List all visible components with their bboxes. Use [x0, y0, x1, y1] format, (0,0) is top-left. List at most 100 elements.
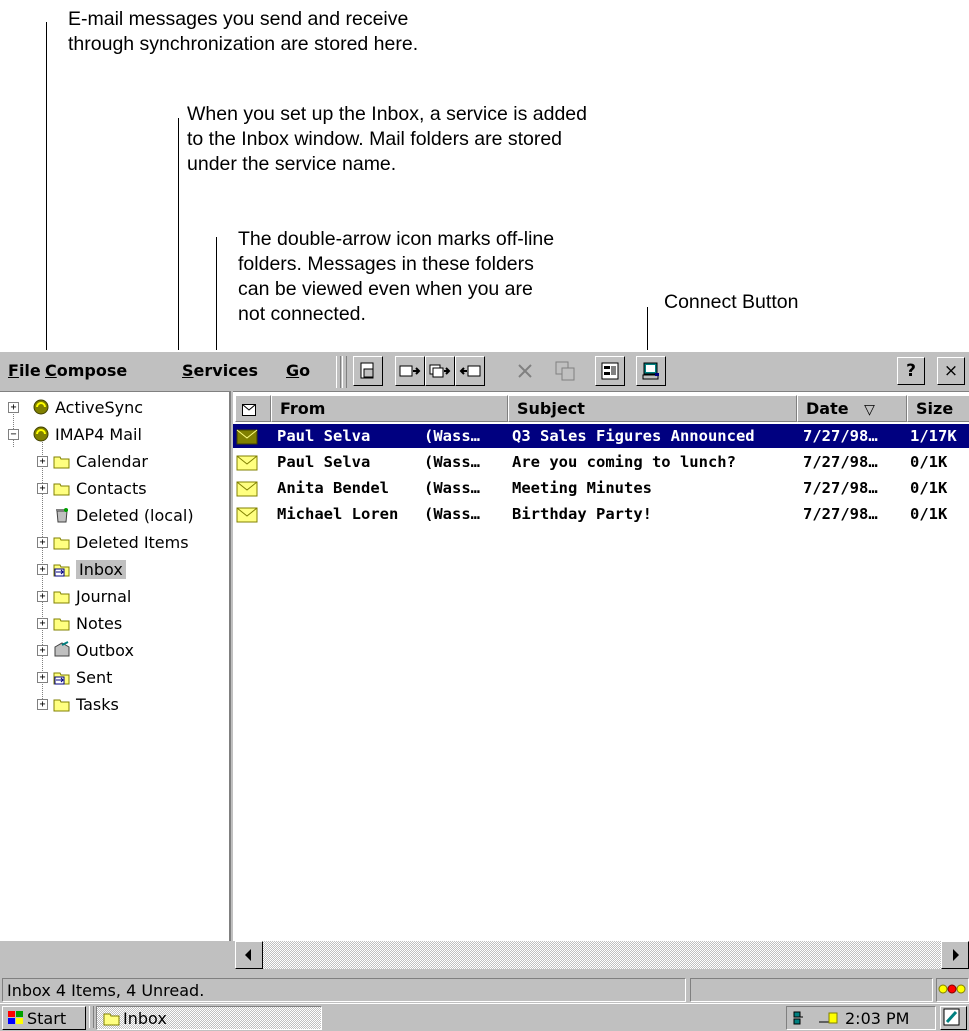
folder-icon — [53, 456, 70, 469]
task-button-inbox[interactable]: Inbox — [96, 1006, 322, 1030]
help-button[interactable]: ? — [897, 357, 925, 385]
reply-icon — [399, 365, 421, 377]
tree-item-tasks[interactable]: + Tasks — [37, 693, 119, 715]
callout-storage: E-mail messages you send and receive thr… — [68, 7, 418, 57]
status-pane — [936, 978, 969, 1002]
unread-mail-icon — [236, 481, 258, 497]
inbox-icon — [103, 1013, 120, 1026]
expand-icon[interactable]: + — [37, 537, 48, 548]
callout-line: folders. Messages in these folders — [238, 253, 534, 275]
callout-connect: Connect Button — [664, 291, 799, 313]
message-row[interactable]: Paul Selva (Wass… Q3 Sales Figures Annou… — [233, 424, 969, 448]
tree-item-outbox[interactable]: + Outbox — [37, 639, 134, 661]
move-icon — [555, 361, 575, 381]
reply-button[interactable] — [395, 356, 425, 386]
envelope-icon — [242, 403, 256, 416]
menu-toolbar: File Compose Services Go ? × — [0, 350, 969, 391]
tree-item-journal[interactable]: + Journal — [37, 585, 131, 607]
message-from: Anita Bendel — [277, 479, 389, 497]
message-size: 1/17K — [910, 427, 957, 445]
message-row[interactable]: Paul Selva (Wass… Are you coming to lunc… — [233, 450, 969, 474]
menu-services[interactable]: Services — [182, 361, 258, 380]
column-header-date[interactable]: Date ▽ — [797, 395, 907, 422]
folder-icon — [53, 537, 70, 550]
expand-icon[interactable]: + — [37, 645, 48, 656]
toolbar-grip[interactable] — [336, 356, 341, 388]
message-extra: (Wass… — [424, 505, 480, 523]
expand-icon[interactable]: + — [37, 672, 48, 683]
folder-list-icon — [601, 362, 619, 380]
start-label: Start — [27, 1008, 67, 1028]
expand-icon[interactable]: + — [37, 456, 48, 467]
unread-mail-icon — [236, 455, 258, 471]
desktop-button[interactable] — [940, 1006, 967, 1030]
reply-all-icon — [429, 364, 451, 378]
expand-icon[interactable]: + — [37, 591, 48, 602]
tree-item-contacts[interactable]: + Contacts — [37, 477, 147, 499]
close-button[interactable]: × — [937, 357, 965, 385]
callout-line: under the service name. — [187, 153, 397, 175]
arrow-right-icon — [953, 949, 959, 961]
expand-icon[interactable]: + — [37, 618, 48, 629]
message-from: Paul Selva — [277, 427, 371, 445]
tree-item-notes[interactable]: + Notes — [37, 612, 122, 634]
tree-item-activesync[interactable]: + ActiveSync — [8, 396, 143, 418]
message-row[interactable]: Anita Bendel (Wass… Meeting Minutes 7/27… — [233, 476, 969, 500]
new-message-icon — [360, 362, 374, 379]
expand-icon[interactable]: + — [37, 699, 48, 710]
network-icon — [793, 1011, 803, 1025]
message-subject: Birthday Party! — [512, 505, 652, 523]
expand-icon[interactable]: + — [37, 564, 48, 575]
system-tray: 2:03 PM — [786, 1006, 936, 1030]
status-pane — [690, 978, 933, 1002]
sort-descending-icon: ▽ — [864, 402, 875, 418]
toolbar-grip[interactable] — [342, 356, 347, 388]
expand-icon[interactable]: + — [8, 402, 19, 413]
callout-line: to the Inbox window. Mail folders are st… — [187, 128, 563, 150]
tree-item-label: ActiveSync — [55, 397, 144, 417]
message-extra: (Wass… — [424, 453, 480, 471]
status-pane: Inbox 4 Items, 4 Unread. — [2, 978, 686, 1002]
menu-compose[interactable]: Compose — [45, 361, 127, 380]
callout-line: The double-arrow icon marks off-line — [238, 228, 555, 250]
scroll-left-button[interactable] — [235, 941, 263, 969]
menu-file[interactable]: File — [8, 361, 41, 380]
message-subject: Q3 Sales Figures Announced — [512, 427, 755, 445]
column-header-subject[interactable]: Subject — [508, 395, 797, 422]
column-header-size[interactable]: Size — [907, 395, 969, 422]
menu-go[interactable]: Go — [286, 361, 310, 380]
message-date: 7/27/98… — [803, 453, 878, 471]
new-message-button[interactable] — [353, 356, 383, 386]
folder-icon — [53, 591, 70, 604]
column-header-icon[interactable] — [235, 395, 271, 422]
tree-item-label: Deleted Items — [76, 532, 189, 552]
tree-item-sent[interactable]: + Sent — [37, 666, 112, 688]
forward-button[interactable] — [455, 356, 485, 386]
move-button[interactable] — [550, 356, 580, 386]
reply-all-button[interactable] — [425, 356, 455, 386]
tree-item-deleted-items[interactable]: + Deleted Items — [37, 531, 189, 553]
scroll-track[interactable] — [263, 941, 941, 969]
folder-tree: + ActiveSync − IMAP4 Mail + Calendar + C… — [0, 391, 231, 941]
expand-icon[interactable]: + — [37, 483, 48, 494]
tree-item-imap4-mail[interactable]: − IMAP4 Mail — [8, 423, 142, 445]
column-header-from[interactable]: From — [271, 395, 508, 422]
collapse-icon[interactable]: − — [8, 429, 19, 440]
message-size: 0/1K — [910, 505, 948, 523]
start-button[interactable]: Start — [2, 1006, 86, 1030]
folder-icon — [53, 618, 70, 631]
horizontal-scrollbar[interactable] — [235, 941, 969, 969]
status-bar: Inbox 4 Items, 4 Unread. — [0, 976, 969, 1002]
delete-button[interactable] — [510, 356, 540, 386]
message-extra: (Wass… — [424, 427, 480, 445]
folder-list-button[interactable] — [595, 356, 625, 386]
trash-icon — [56, 508, 68, 523]
tree-item-calendar[interactable]: + Calendar — [37, 450, 148, 472]
connect-button[interactable] — [636, 356, 666, 386]
scroll-right-button[interactable] — [941, 941, 969, 969]
tree-item-inbox[interactable]: + Inbox — [37, 558, 126, 580]
message-row[interactable]: Michael Loren (Wass… Birthday Party! 7/2… — [233, 502, 969, 526]
tree-item-deleted-local[interactable]: Deleted (local) — [37, 504, 194, 526]
status-text: Inbox 4 Items, 4 Unread. — [7, 981, 205, 1000]
clock[interactable]: 2:03 PM — [845, 1009, 909, 1028]
